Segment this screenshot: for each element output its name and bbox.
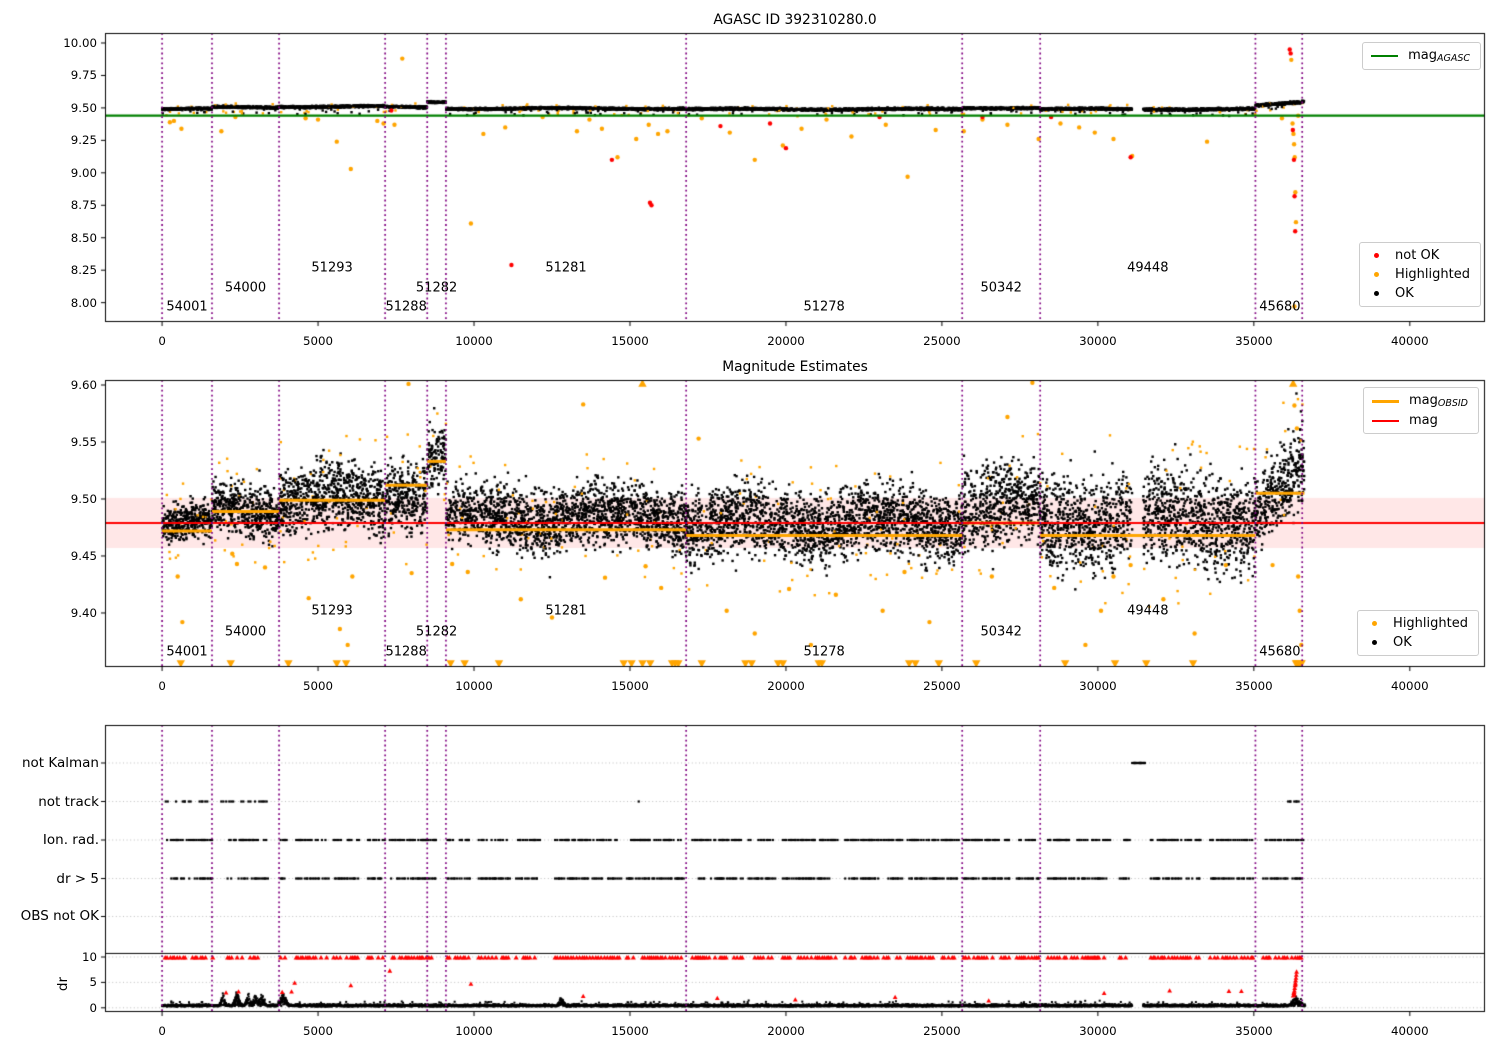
middle-plot-title: Magnitude Estimates [722,359,868,375]
legend-top-points: not OK Highlighted OK [1359,242,1481,307]
mag-agasc-line-swatch [1371,55,1399,57]
ok-marker-swatch [1372,640,1378,645]
ok-marker-swatch [1374,291,1380,296]
mag-obsid-line-swatch [1371,399,1399,403]
plots-canvas [0,0,1500,1050]
legend-label-highlighted: Highlighted [1395,267,1470,282]
legend-label-mag: mag [1408,413,1438,428]
legend-label-highlighted-mid: Highlighted [1393,616,1468,631]
legend-mag-agasc: magAGASC [1362,42,1481,70]
dr-axis-label: dr [55,976,71,992]
legend-label-ok-mid: OK [1393,635,1412,650]
legend-item-mag-agasc: magAGASC [1371,48,1470,64]
highlighted-marker-swatch [1372,621,1378,626]
legend-mag-lines: magOBSID mag [1362,387,1479,434]
legend-item-highlighted-mid: Highlighted [1366,616,1468,631]
legend-item-ok-mid: OK [1366,635,1468,650]
highlighted-marker-swatch [1374,272,1380,277]
legend-label-not-ok: not OK [1395,248,1440,263]
legend-label-mag-agasc: magAGASC [1408,48,1470,64]
legend-item-ok: OK [1368,286,1470,301]
legend-mid-points: Highlighted OK [1357,610,1479,656]
mag-line-swatch [1371,419,1399,422]
legend-item-highlighted: Highlighted [1368,267,1470,282]
legend-item-mag: mag [1371,413,1468,428]
figure: AGASC ID 392310280.0 Magnitude Estimates… [0,0,1500,1050]
legend-item-not-ok: not OK [1368,248,1470,263]
legend-item-mag-obsid: magOBSID [1371,393,1468,409]
legend-label-mag-obsid: magOBSID [1408,393,1468,409]
top-plot-title: AGASC ID 392310280.0 [713,12,877,28]
not-ok-marker-swatch [1374,253,1380,258]
legend-label-ok: OK [1395,286,1414,301]
